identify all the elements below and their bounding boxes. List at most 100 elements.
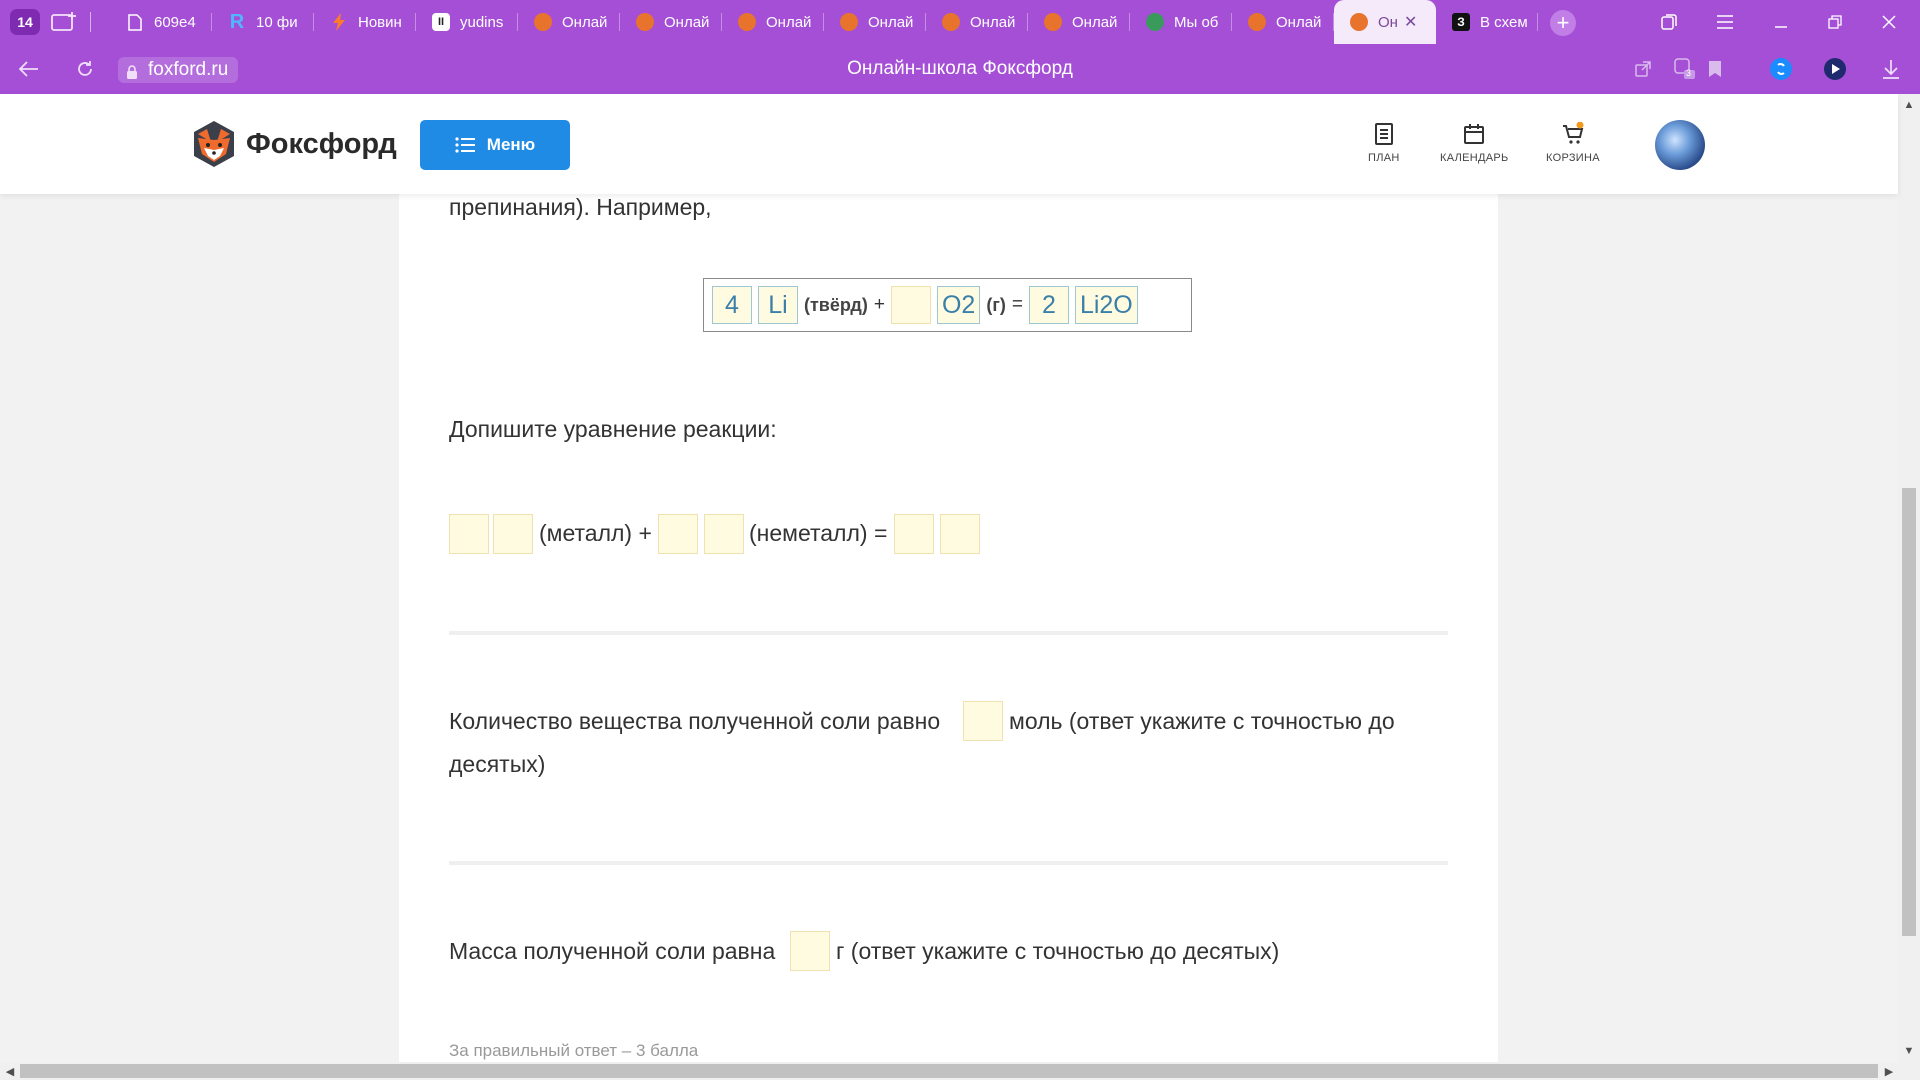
scroll-down-arrow-icon[interactable]: ▼ (1900, 1042, 1918, 1060)
nav-label: КОРЗИНА (1546, 152, 1600, 164)
shazam-extension-icon[interactable] (1768, 56, 1794, 82)
example-state: (г) (986, 294, 1006, 315)
tab-4[interactable]: II yudins (416, 0, 518, 44)
divider (449, 631, 1448, 635)
question-1-unit: моль (ответ укажите с точностью до (1009, 708, 1395, 734)
fox-icon (840, 13, 858, 31)
nav-calendar[interactable]: КАЛЕНДАРЬ (1440, 122, 1509, 164)
horizontal-scrollbar-thumb[interactable] (20, 1064, 1878, 1078)
example-equals: = (1011, 294, 1023, 315)
restore-icon[interactable] (1812, 0, 1858, 44)
media-extension-icon[interactable] (1822, 56, 1848, 82)
question-1-text: Количество вещества полученной соли равн… (449, 708, 941, 734)
tab-12[interactable]: Онлай (1232, 0, 1334, 44)
example-coefficient: 4 (712, 286, 752, 324)
tab-label: Онлай (664, 13, 710, 31)
bookmarks-panel-icon[interactable] (1646, 0, 1692, 44)
scroll-left-arrow-icon[interactable]: ◀ (1, 1062, 19, 1080)
scroll-right-arrow-icon[interactable]: ▶ (1880, 1062, 1898, 1080)
tab-label: 10 фи (256, 13, 298, 31)
tab-label: Мы об (1174, 13, 1219, 31)
tab-5[interactable]: Онлай (518, 0, 620, 44)
tab-6[interactable]: Онлай (620, 0, 722, 44)
tab-9[interactable]: Онлай (926, 0, 1028, 44)
calendar-icon (1464, 124, 1485, 144)
example-state: (твёрд) (804, 294, 868, 315)
menu-button[interactable]: Меню (420, 120, 570, 170)
back-arrow-icon[interactable] (14, 54, 44, 84)
tab-label: Онлай (766, 13, 812, 31)
example-plus: + (873, 294, 885, 315)
tab-label: Онлай (970, 13, 1016, 31)
example-formula: Li (758, 286, 798, 324)
divider (449, 861, 1448, 865)
tab-counter-button[interactable]: 14 (10, 9, 40, 35)
tab-label: Новин (358, 13, 402, 31)
nonmetal-formula-input[interactable] (704, 514, 744, 554)
question-2-unit: г (ответ укажите с точностью до десятых) (836, 938, 1280, 964)
avatar[interactable] (1655, 120, 1705, 170)
metal-coefficient-input[interactable] (449, 514, 489, 554)
moles-answer-input[interactable] (963, 701, 1003, 741)
scroll-up-arrow-icon[interactable]: ▲ (1900, 96, 1918, 114)
intro-text: препинания). Например, (449, 194, 712, 220)
download-icon[interactable] (1878, 56, 1904, 82)
protect-badge-icon[interactable]: 3 (1672, 56, 1698, 82)
external-link-icon[interactable] (1630, 56, 1656, 82)
tab-strip: 609e4 R 10 фи Новин II yudins Онлай Онла… (110, 0, 1538, 44)
product-formula-input[interactable] (940, 514, 980, 554)
address-bar: foxford.ru Онлайн-школа Фоксфорд 3 (0, 44, 1920, 94)
add-tab-button[interactable]: + (1550, 10, 1576, 36)
task-prompt: Допишите уравнение реакции: (449, 416, 777, 442)
tab-label: yudins (460, 13, 504, 31)
new-tab-group-icon[interactable] (50, 10, 78, 34)
z-logo-icon: З (1452, 13, 1470, 31)
close-window-icon[interactable] (1866, 0, 1912, 44)
fox-icon (942, 13, 960, 31)
nav-cart[interactable]: КОРЗИНА (1546, 122, 1600, 164)
tab-10[interactable]: Онлай (1028, 0, 1130, 44)
tab-2[interactable]: R 10 фи (212, 0, 314, 44)
example-coefficient: 2 (1028, 286, 1069, 324)
tab-label: Он (1378, 13, 1398, 31)
hamburger-menu-icon[interactable] (1702, 0, 1748, 44)
nonmetal-coefficient-input[interactable] (658, 514, 698, 554)
metal-formula-input[interactable] (493, 514, 533, 554)
question-1-wrap: десятых) (449, 751, 546, 777)
tab-14[interactable]: З В схем (1436, 0, 1538, 44)
vertical-scrollbar-thumb[interactable] (1902, 488, 1916, 936)
product-coefficient-input[interactable] (894, 514, 934, 554)
tab-label: Онлай (1072, 13, 1118, 31)
score-note: За правильный ответ – 3 балла (449, 1041, 699, 1060)
nav-plan[interactable]: ПЛАН (1368, 122, 1400, 164)
mass-answer-input[interactable] (790, 931, 830, 971)
tab-3[interactable]: Новин (314, 0, 416, 44)
tab-8[interactable]: Онлай (824, 0, 926, 44)
url-text: foxford.ru (148, 59, 229, 80)
example-equation: 4 Li (твёрд) + O2 (г) = 2 Li2O (703, 278, 1192, 332)
fox-icon (738, 13, 756, 31)
site-header: Фоксфорд Меню ПЛАН КАЛЕНДАРЬ КОРЗИНА (0, 94, 1898, 194)
foxford-logo[interactable]: Фоксфорд (192, 120, 397, 168)
tab-7[interactable]: Онлай (722, 0, 824, 44)
nonmetal-label: (неметалл) = (749, 520, 888, 546)
close-icon[interactable]: ✕ (1404, 12, 1417, 32)
minimize-icon[interactable] (1758, 0, 1804, 44)
tab-1[interactable]: 609e4 (110, 0, 212, 44)
tab-label: В схем (1480, 13, 1528, 31)
tab-separator (90, 12, 91, 32)
fox-icon (1044, 13, 1062, 31)
tab-13-active[interactable]: Он ✕ (1334, 0, 1436, 44)
fox-icon (1350, 13, 1368, 31)
tab-label: Онлай (562, 13, 608, 31)
plan-icon (1374, 123, 1393, 145)
reload-icon[interactable] (70, 54, 100, 84)
menu-label: Меню (486, 135, 536, 154)
globe-icon (1146, 13, 1164, 31)
tab-11[interactable]: Мы об (1130, 0, 1232, 44)
notification-badge: 3 (1686, 68, 1692, 78)
bookmark-icon[interactable] (1702, 56, 1728, 82)
url-field[interactable]: foxford.ru (118, 57, 239, 83)
pause-logo-icon: II (432, 13, 450, 31)
list-icon (455, 137, 475, 153)
